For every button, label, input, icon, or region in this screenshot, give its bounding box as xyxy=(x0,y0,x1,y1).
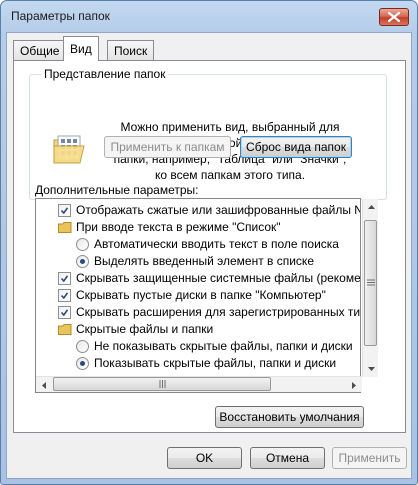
vertical-scroll-thumb[interactable] xyxy=(364,220,377,346)
folder-icon xyxy=(58,222,72,233)
scroll-left-button[interactable] xyxy=(36,377,52,393)
tab-view[interactable]: Вид xyxy=(63,36,99,61)
list-item-label: Отображать сжатые или зашифрованные файл… xyxy=(76,203,361,217)
tab-general-label: Общие xyxy=(20,44,60,58)
chevron-right-icon xyxy=(352,381,356,389)
tab-general[interactable]: Общие xyxy=(13,40,67,60)
scroll-down-button[interactable] xyxy=(363,361,379,377)
grip-icon xyxy=(159,380,166,388)
ok-button[interactable]: OK xyxy=(167,447,242,469)
description-line: ко всем папкам этого типа. xyxy=(154,168,306,182)
list-item-label: Скрытые файлы и папки xyxy=(76,322,214,336)
list-item-label: Скрывать пустые диски в папке "Компьютер… xyxy=(76,288,326,302)
folder-view-icon xyxy=(53,135,85,164)
chevron-down-icon xyxy=(367,367,375,371)
folder-views-group-label: Представление папок xyxy=(41,67,169,81)
title-bar[interactable]: Параметры папок xyxy=(1,1,417,31)
dialog-body: Общие Вид Поиск Представление папок Можн… xyxy=(6,32,412,479)
close-button[interactable] xyxy=(379,8,409,26)
grip-icon xyxy=(367,279,375,286)
list-item-label: Скрывать расширения для зарегистрированн… xyxy=(76,305,361,319)
folder-options-window: Параметры папок Общие Вид Поиск Представ… xyxy=(0,0,418,485)
close-icon xyxy=(388,12,400,22)
horizontal-scroll-thumb[interactable] xyxy=(53,377,271,391)
list-item-label: При вводе текста в режиме "Список" xyxy=(76,220,281,234)
tab-search-label: Поиск xyxy=(114,44,148,58)
restore-defaults-button[interactable]: Восстановить умолчания xyxy=(215,406,364,428)
checkbox[interactable] xyxy=(58,289,71,302)
advanced-settings-list[interactable]: Отображать сжатые или зашифрованные файл… xyxy=(35,198,361,393)
window-title: Параметры папок xyxy=(11,9,110,23)
radio-button[interactable] xyxy=(76,255,89,268)
list-item-label: Выделять введенный элемент в списке xyxy=(94,254,314,268)
checkbox[interactable] xyxy=(58,204,71,217)
list-item-label: Показывать скрытые файлы, папки и диски xyxy=(94,356,337,370)
checkbox[interactable] xyxy=(58,272,71,285)
chevron-up-icon xyxy=(367,205,375,209)
radio-button[interactable] xyxy=(76,340,89,353)
reset-folders-button[interactable]: Сброс вида папок xyxy=(240,136,352,158)
radio-button[interactable] xyxy=(76,238,89,251)
advanced-settings-label: Дополнительные параметры: xyxy=(35,183,199,197)
radio-button[interactable] xyxy=(76,357,89,370)
folder-icon xyxy=(58,324,72,335)
checkbox[interactable] xyxy=(58,306,71,319)
list-item-label: Автоматически вводить текст в поле поиск… xyxy=(94,237,339,251)
tab-search[interactable]: Поиск xyxy=(107,40,155,60)
apply-to-folders-button[interactable]: Применить к папкам xyxy=(104,136,231,158)
chevron-left-icon xyxy=(42,381,46,389)
list-item-label: Не показывать скрытые файлы, папки и дис… xyxy=(94,339,353,353)
cancel-button[interactable]: Отмена xyxy=(250,447,325,469)
scroll-up-button[interactable] xyxy=(363,199,379,215)
list-item-label: Скрывать защищенные системные файлы (рек… xyxy=(76,271,361,285)
apply-button[interactable]: Применить xyxy=(332,447,407,469)
tab-view-label: Вид xyxy=(70,42,92,56)
scroll-right-button[interactable] xyxy=(346,377,362,393)
